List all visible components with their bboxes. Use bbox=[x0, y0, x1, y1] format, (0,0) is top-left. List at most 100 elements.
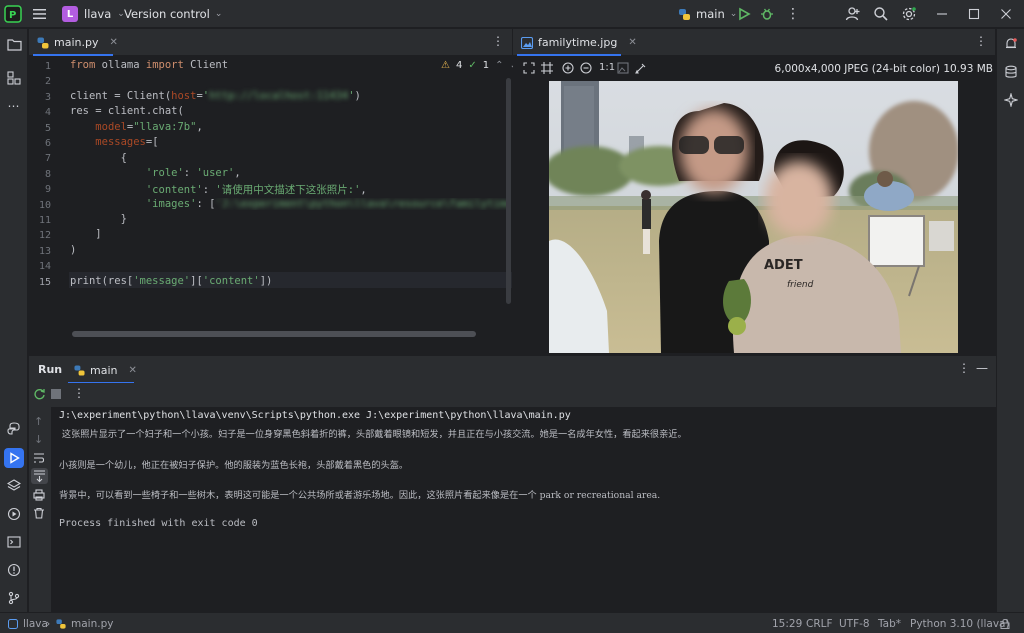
print-icon[interactable] bbox=[33, 489, 45, 504]
tab-familytime-jpg[interactable]: familytime.jpg ✕ bbox=[517, 29, 637, 56]
code-line-7: { bbox=[120, 152, 127, 164]
arrow-up-icon[interactable]: ↑ bbox=[34, 415, 43, 428]
close-tab-icon[interactable]: ✕ bbox=[628, 37, 636, 48]
project-selector[interactable]: L llava ⌄ bbox=[62, 0, 125, 28]
line-number: 7 bbox=[44, 153, 51, 164]
app-logo-icon[interactable]: P bbox=[4, 0, 22, 28]
code-line-10: 'images': ['J:\experiment\python\llava\r… bbox=[70, 198, 507, 210]
git-icon[interactable] bbox=[4, 588, 24, 608]
close-tab-icon[interactable]: ✕ bbox=[128, 365, 136, 376]
grid-icon[interactable] bbox=[541, 62, 553, 77]
code-line-15: print(res['message']['content']) bbox=[70, 275, 273, 287]
editor-vertical-scrollbar[interactable] bbox=[506, 78, 511, 304]
run-icon bbox=[739, 7, 751, 21]
scroll-to-end-toggle[interactable] bbox=[31, 468, 48, 484]
add-user-icon[interactable] bbox=[845, 0, 861, 28]
run-config-selector[interactable]: main ⌄ bbox=[678, 0, 737, 28]
status-project-breadcrumb[interactable]: llava bbox=[8, 613, 48, 633]
line-number: 12 bbox=[38, 230, 51, 241]
tab-label: main.py bbox=[54, 36, 99, 49]
run-side-toolbar: ↑ ↓ bbox=[29, 407, 51, 612]
trash-icon[interactable] bbox=[33, 507, 45, 522]
editor-horizontal-scrollbar[interactable] bbox=[72, 331, 476, 337]
run-tab-label: main bbox=[90, 363, 118, 377]
services-icon[interactable] bbox=[4, 504, 24, 524]
zoom-in-icon[interactable] bbox=[562, 62, 574, 77]
more-tools-icon[interactable]: ⋯ bbox=[4, 96, 24, 116]
stop-icon[interactable] bbox=[51, 389, 61, 399]
inspection-widget[interactable]: ⚠ 4 ✓ 1 ⌃ ⌄ bbox=[441, 60, 518, 71]
run-panel-header: Run main ✕ ⋮ — bbox=[29, 355, 996, 384]
chevron-up-icon[interactable]: ⌃ bbox=[495, 60, 503, 71]
line-number: 3 bbox=[44, 92, 51, 103]
code-line-3: client = Client(host='http://localhost:1… bbox=[70, 90, 361, 102]
terminal-icon[interactable] bbox=[4, 532, 24, 552]
notifications-bell-icon[interactable] bbox=[1001, 34, 1021, 54]
tab-main-py[interactable]: main.py ✕ bbox=[33, 29, 118, 56]
arrow-down-icon[interactable]: ↓ bbox=[34, 433, 43, 446]
vcs-selector[interactable]: Version control ⌄ bbox=[124, 0, 222, 28]
ai-assistant-icon[interactable] bbox=[1001, 90, 1021, 110]
status-interpreter[interactable]: Python 3.10 (llava) bbox=[910, 613, 1010, 633]
console-line: 背景中，可以看到一些椅子和一些树木，表明这可能是一个公共场所或者游乐场地。因此，… bbox=[59, 490, 661, 501]
soft-wrap-icon[interactable] bbox=[33, 452, 45, 467]
color-picker-icon[interactable] bbox=[635, 62, 647, 77]
python-file-icon bbox=[56, 618, 66, 629]
status-file-breadcrumb[interactable]: main.py bbox=[56, 613, 113, 633]
zoom-out-icon[interactable] bbox=[580, 62, 592, 77]
line-number: 9 bbox=[44, 184, 51, 195]
code-line-6: messages=[ bbox=[95, 136, 159, 148]
more-actions-icon[interactable]: ⋮ bbox=[786, 0, 800, 28]
lock-icon[interactable] bbox=[1000, 613, 1010, 633]
status-project: llava bbox=[23, 617, 48, 630]
search-icon[interactable] bbox=[873, 0, 889, 28]
more-options-icon[interactable]: ⋮ bbox=[73, 386, 85, 400]
minimize-icon[interactable] bbox=[936, 0, 948, 28]
layers-icon[interactable] bbox=[4, 476, 24, 496]
status-caret-position[interactable]: 15:29 bbox=[772, 613, 802, 633]
rerun-icon[interactable] bbox=[33, 388, 46, 404]
run-console-output[interactable]: J:\experiment\python\llava\venv\Scripts\… bbox=[51, 407, 996, 612]
run-toolbar: ⋮ bbox=[29, 383, 996, 407]
console-line: Process finished with exit code 0 bbox=[59, 518, 258, 529]
maximize-icon[interactable] bbox=[968, 0, 980, 28]
hide-panel-icon[interactable]: — bbox=[976, 361, 988, 375]
debug-button[interactable] bbox=[760, 0, 774, 28]
svg-text:friend: friend bbox=[787, 280, 814, 290]
python-packages-icon[interactable] bbox=[4, 419, 24, 439]
image-toolbar: 1:1 6,000x4,000 JPEG (24-bit color) 10.9… bbox=[513, 57, 995, 81]
tab-options-icon[interactable]: ⋮ bbox=[975, 34, 987, 48]
image-file-icon bbox=[521, 36, 533, 49]
code-line-1: from ollama import Client bbox=[70, 59, 229, 71]
database-icon[interactable] bbox=[1001, 62, 1021, 82]
structure-icon[interactable] bbox=[4, 68, 24, 88]
folder-icon[interactable] bbox=[4, 34, 24, 54]
title-bar: P L llava ⌄ Version control ⌄ main ⌄ ⋮ bbox=[0, 0, 1024, 28]
run-tool-icon[interactable] bbox=[4, 448, 24, 468]
close-icon[interactable] bbox=[1000, 0, 1012, 28]
problems-icon[interactable] bbox=[4, 560, 24, 580]
project-icon bbox=[8, 618, 18, 629]
line-number: 6 bbox=[44, 138, 51, 149]
tab-run-main[interactable]: main ✕ bbox=[68, 356, 137, 384]
tab-options-icon[interactable]: ⋮ bbox=[492, 34, 504, 48]
close-tab-icon[interactable]: ✕ bbox=[109, 37, 117, 48]
line-number: 8 bbox=[44, 169, 51, 180]
python-icon bbox=[74, 364, 85, 376]
line-number: 1 bbox=[44, 61, 51, 72]
line-number: 14 bbox=[38, 261, 51, 272]
run-button[interactable] bbox=[737, 0, 751, 28]
fit-to-window-icon[interactable] bbox=[523, 62, 535, 77]
main-menu-icon[interactable] bbox=[32, 0, 48, 28]
settings-gear-icon[interactable] bbox=[901, 0, 917, 28]
status-encoding[interactable]: UTF-8 bbox=[839, 613, 870, 633]
console-line: J:\experiment\python\llava\venv\Scripts\… bbox=[59, 410, 571, 421]
active-tab-indicator bbox=[517, 54, 621, 56]
line-number: 4 bbox=[44, 107, 51, 118]
background-toggle-icon[interactable] bbox=[617, 62, 629, 77]
status-indent[interactable]: Tab* bbox=[878, 613, 901, 633]
image-tab-bar: familytime.jpg ✕ ⋮ bbox=[513, 29, 995, 56]
panel-options-icon[interactable]: ⋮ bbox=[958, 361, 970, 375]
actual-size-button[interactable]: 1:1 bbox=[599, 62, 615, 73]
status-line-separator[interactable]: CRLF bbox=[806, 613, 833, 633]
